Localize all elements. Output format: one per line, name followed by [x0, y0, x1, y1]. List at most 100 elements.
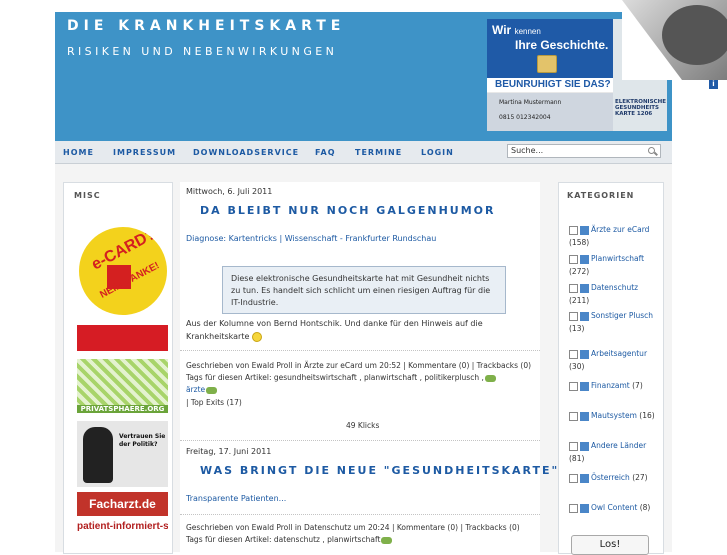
smiley-icon [251, 331, 262, 342]
category-count: (30) [569, 362, 585, 371]
post-date: Freitag, 17. Juni 2011 [186, 447, 272, 456]
category-count: (272) [569, 267, 590, 276]
rss-icon[interactable] [580, 283, 589, 293]
category-label[interactable]: Österreich [591, 473, 630, 482]
category-item[interactable]: Ärzte zur eCard (158) [569, 223, 659, 249]
category-checkbox[interactable] [569, 381, 578, 391]
category-checkbox[interactable] [569, 311, 578, 321]
category-checkbox[interactable] [569, 349, 578, 359]
category-label[interactable]: Arbeitsagentur [591, 349, 647, 358]
site-subtitle: RISIKEN UND NEBENWIRKUNGEN [67, 45, 338, 58]
category-count: (158) [569, 238, 590, 247]
nav-login[interactable]: LOGIN [421, 148, 454, 157]
page-wrapper: DIE KRANKHEITSKARTE RISIKEN UND NEBENWIR… [55, 12, 672, 555]
rss-icon[interactable] [580, 381, 589, 391]
ad-facharzt[interactable]: Facharzt.de [77, 492, 168, 516]
rss-icon[interactable] [580, 411, 589, 421]
category-checkbox[interactable] [569, 411, 578, 421]
post-meta: Geschrieben von Ewald Proll in Datenschu… [186, 523, 520, 532]
category-label[interactable]: Ärzte zur eCard [591, 225, 649, 234]
rss-icon[interactable] [580, 225, 589, 235]
click-counter: 49 Klicks [346, 421, 380, 430]
category-label[interactable]: Finanzamt [591, 381, 630, 390]
category-item[interactable]: Österreich (27) [569, 471, 659, 484]
nav-termine[interactable]: TERMINE [355, 148, 402, 157]
search-input[interactable]: Suche... [507, 144, 661, 158]
banner-line2: Ihre Geschichte. [515, 38, 609, 52]
rss-icon[interactable] [580, 311, 589, 321]
nav-downloadservice[interactable]: DOWNLOADSERVICE [193, 148, 299, 157]
sidebar-title-kategorien: KATEGORIEN [567, 191, 635, 200]
ad-patient-informiert[interactable]: patient-informiert-sich.de [77, 521, 168, 551]
post-tags-text[interactable]: Tags für diesen Artikel: gesundheitswirt… [186, 373, 484, 382]
category-item[interactable]: Planwirtschaft (272) [569, 252, 659, 278]
category-checkbox[interactable] [569, 225, 578, 235]
post-divider [180, 440, 540, 441]
post-title[interactable]: WAS BRINGT DIE NEUE "GESUNDHEITSKARTE"? [200, 464, 568, 477]
ecard-sticker: e-CARD? NEIN DANKE! [79, 227, 167, 315]
ad-ecard-nein-danke[interactable]: e-CARD? NEIN DANKE! [77, 227, 168, 319]
post-quote: Diese elektronische Gesundheitskarte hat… [222, 266, 506, 314]
nav-impressum[interactable]: IMPRESSUM [113, 148, 176, 157]
site-title[interactable]: DIE KRANKHEITSKARTE [67, 18, 345, 34]
post-tags-text[interactable]: Tags für diesen Artikel: datenschutz , p… [186, 535, 380, 544]
tag-icon [206, 386, 218, 394]
banner-line1: Wir kennen [492, 23, 541, 37]
category-checkbox[interactable] [569, 503, 578, 513]
category-item[interactable]: Andere Länder (81) [569, 439, 659, 465]
category-count: (8) [639, 503, 651, 512]
category-label[interactable]: Planwirtschaft [591, 254, 644, 263]
category-label[interactable]: Mautsystem [591, 411, 637, 420]
post-meta: Geschrieben von Ewald Proll in Ärzte zur… [186, 361, 532, 370]
los-button[interactable]: Los! [571, 535, 649, 555]
search-icon[interactable] [648, 147, 655, 154]
sidebar-title-misc: MISC [74, 191, 101, 200]
rss-icon[interactable] [580, 349, 589, 359]
category-item[interactable]: Datenschutz (211) [569, 281, 659, 307]
rss-icon[interactable] [580, 441, 589, 451]
banner-card-label: ELEKTRONISCHE GESUNDHEITS KARTE 1206 [615, 99, 666, 117]
ad-privatsphaere-text: PRIVATSPHAERE.ORG [77, 405, 168, 413]
category-item[interactable]: Finanzamt (7) [569, 379, 659, 392]
tag-aerzte[interactable]: ärzte [186, 385, 205, 394]
tag-icon [484, 374, 496, 382]
category-count: (13) [569, 324, 585, 333]
post-teaser-link[interactable]: Transparente Patienten... [186, 493, 536, 505]
post-title[interactable]: DA BLEIBT NUR NOCH GALGENHUMOR [200, 204, 496, 217]
category-checkbox[interactable] [569, 441, 578, 451]
rss-icon[interactable] [580, 503, 589, 513]
category-checkbox[interactable] [569, 473, 578, 483]
category-label[interactable]: Owl Content [591, 503, 637, 512]
nav-home[interactable]: HOME [63, 148, 94, 157]
rss-icon[interactable] [580, 473, 589, 483]
top-exits[interactable]: | Top Exits (17) [186, 397, 536, 409]
category-count: (27) [632, 473, 648, 482]
ad-vertrauen-text: Vertrauen Sie der Politik? [119, 433, 166, 448]
card-chip-icon [537, 55, 557, 73]
ad-red-banner[interactable] [77, 325, 168, 351]
page-fold [622, 0, 682, 80]
post-tags-line2: ärzte [186, 384, 536, 396]
rss-icon[interactable] [580, 254, 589, 264]
ad-privatsphaere[interactable]: PRIVATSPHAERE.ORG [77, 359, 168, 413]
category-label[interactable]: Sonstiger Plusch [591, 311, 653, 320]
category-item[interactable]: Arbeitsagentur (30) [569, 347, 659, 373]
info-icon[interactable]: i [709, 80, 718, 89]
banner-card-name: Martina Mustermann [499, 99, 562, 106]
category-item[interactable]: Owl Content (8) [569, 501, 659, 514]
post-divider [180, 350, 540, 351]
post-body-line2: Krankheitskarte [186, 331, 536, 343]
category-item[interactable]: Mautsystem (16) [569, 409, 659, 422]
category-checkbox[interactable] [569, 283, 578, 293]
category-label[interactable]: Andere Länder [591, 441, 646, 450]
category-label[interactable]: Datenschutz [591, 283, 638, 292]
category-item[interactable]: Sonstiger Plusch (13) [569, 309, 659, 335]
category-checkbox[interactable] [569, 254, 578, 264]
ad-vertrauen-politik[interactable]: Vertrauen Sie der Politik? [77, 421, 168, 487]
banner-card-number: 0815 012342004 [499, 114, 551, 121]
diagnose-label[interactable]: Diagnose: [186, 234, 226, 243]
post-divider [180, 514, 540, 515]
category-count: (16) [639, 411, 655, 420]
nav-faq[interactable]: FAQ [315, 148, 336, 157]
diagnose-link[interactable]: Kartentricks | Wissenschaft - Frankfurte… [229, 234, 437, 243]
